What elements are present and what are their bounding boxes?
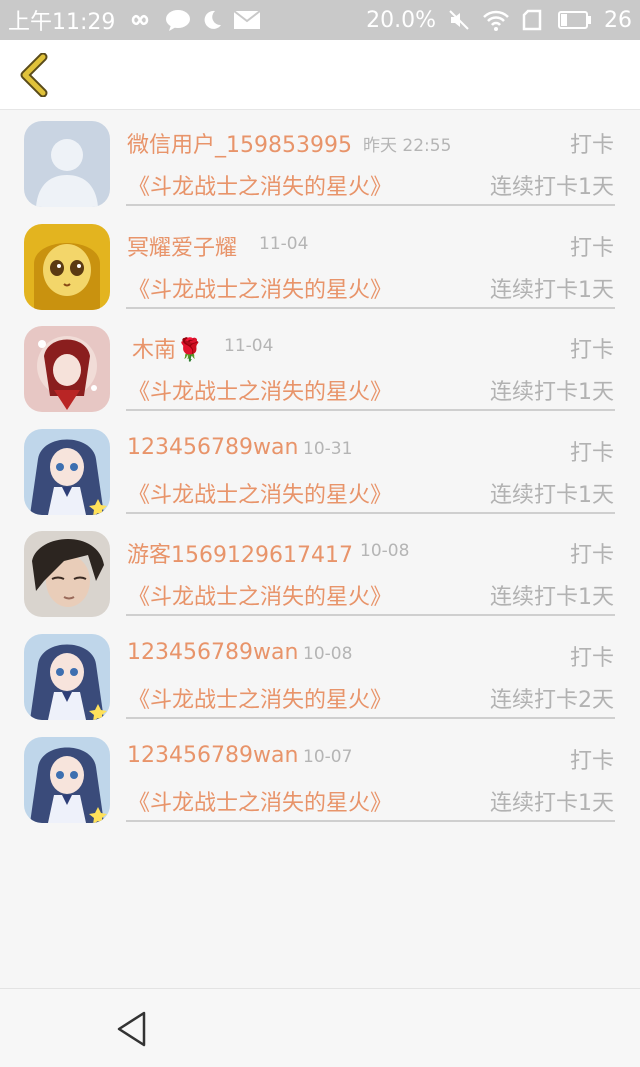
book-title[interactable]: 《斗龙战士之消失的星火》 bbox=[128, 477, 392, 509]
book-title[interactable]: 《斗龙战士之消失的星火》 bbox=[128, 374, 392, 406]
streak-label: 连续打卡2天 bbox=[490, 687, 614, 713]
nav-back-button[interactable] bbox=[112, 1007, 152, 1051]
user-name: 123456789wan bbox=[127, 639, 299, 665]
streak-label: 连续打卡1天 bbox=[490, 175, 614, 200]
streak-label: 连续打卡1天 bbox=[490, 380, 614, 406]
divider bbox=[126, 306, 615, 309]
battery-level: 26 bbox=[604, 7, 632, 33]
checkin-label: 打卡 bbox=[569, 645, 614, 671]
sim-icon bbox=[522, 9, 546, 31]
avatar[interactable] bbox=[24, 121, 110, 207]
checkin-label: 打卡 bbox=[569, 133, 614, 158]
moon-icon bbox=[201, 9, 223, 31]
checkin-label: 打卡 bbox=[569, 235, 614, 261]
user-name: 游客1569129617417 bbox=[127, 543, 353, 569]
back-button[interactable] bbox=[12, 52, 56, 98]
list-item[interactable]: 冥耀爱子耀 11-04 打卡 《斗龙战士之消失的星火》 连续打卡1天 bbox=[0, 221, 640, 324]
list-item[interactable]: 123456789wan 10-08 打卡 《斗龙战士之消失的星火》 连续打卡2… bbox=[0, 631, 640, 734]
user-name: 微信用户_159853995 bbox=[127, 133, 352, 158]
streak-label: 连续打卡1天 bbox=[490, 585, 614, 611]
book-title[interactable]: 《斗龙战士之消失的星火》 bbox=[128, 272, 392, 304]
book-title[interactable]: 《斗龙战士之消失的星火》 bbox=[128, 682, 392, 714]
streak-label: 连续打卡1天 bbox=[490, 482, 614, 508]
chat-icon bbox=[165, 9, 191, 31]
checkin-list: 微信用户_159853995 昨天 22:55 打卡 《斗龙战士之消失的星火》 … bbox=[0, 118, 640, 836]
user-name: 木南🌹 bbox=[132, 338, 204, 364]
divider bbox=[126, 819, 615, 822]
user-name: 冥耀爱子耀 bbox=[127, 235, 238, 261]
user-name: 123456789wan bbox=[127, 434, 299, 460]
divider bbox=[126, 409, 615, 412]
streak-label: 连续打卡1天 bbox=[490, 790, 614, 816]
battery-icon bbox=[558, 11, 592, 29]
checkin-date: 10-07 bbox=[303, 746, 353, 767]
list-item[interactable]: 微信用户_159853995 昨天 22:55 打卡 《斗龙战士之消失的星火》 … bbox=[0, 118, 640, 221]
wifi-icon bbox=[482, 9, 510, 31]
checkin-date: 11-04 bbox=[259, 233, 309, 254]
chevron-left-icon bbox=[20, 53, 48, 97]
user-name: 123456789wan bbox=[127, 742, 299, 768]
list-item[interactable]: 游客1569129617417 10-08 打卡 《斗龙战士之消失的星火》 连续… bbox=[0, 528, 640, 631]
mute-icon bbox=[448, 9, 470, 31]
list-item[interactable]: 123456789wan 10-31 打卡 《斗龙战士之消失的星火》 连续打卡1… bbox=[0, 426, 640, 529]
checkin-label: 打卡 bbox=[569, 338, 614, 364]
list-item[interactable]: 123456789wan 10-07 打卡 《斗龙战士之消失的星火》 连续打卡1… bbox=[0, 734, 640, 837]
checkin-label: 打卡 bbox=[569, 543, 614, 569]
triangle-back-icon bbox=[117, 1011, 146, 1047]
streak-label: 连续打卡1天 bbox=[490, 277, 614, 303]
divider bbox=[126, 511, 615, 514]
avatar[interactable] bbox=[24, 736, 110, 823]
divider bbox=[126, 614, 615, 617]
checkin-date: 10-08 bbox=[360, 541, 410, 562]
checkin-date: 11-04 bbox=[224, 336, 274, 357]
navigation-bar bbox=[0, 988, 640, 1067]
divider bbox=[126, 716, 615, 719]
header-bar bbox=[0, 40, 640, 110]
mail-icon bbox=[233, 10, 262, 30]
checkin-label: 打卡 bbox=[569, 748, 614, 774]
battery-percent: 20.0% bbox=[366, 7, 436, 33]
checkin-date: 昨天 22:55 bbox=[363, 136, 452, 156]
checkin-date: 10-08 bbox=[303, 643, 353, 664]
avatar[interactable] bbox=[24, 223, 110, 310]
status-bar: 上午11:29 20.0% 26 bbox=[0, 0, 640, 40]
divider bbox=[126, 204, 615, 206]
list-item[interactable]: 木南🌹 11-04 打卡 《斗龙战士之消失的星火》 连续打卡1天 bbox=[0, 323, 640, 426]
avatar[interactable] bbox=[24, 531, 110, 618]
checkin-label: 打卡 bbox=[569, 440, 614, 466]
avatar[interactable] bbox=[24, 326, 110, 413]
book-title[interactable]: 《斗龙战士之消失的星火》 bbox=[128, 785, 392, 817]
book-title[interactable]: 《斗龙战士之消失的星火》 bbox=[128, 579, 392, 611]
book-title[interactable]: 《斗龙战士之消失的星火》 bbox=[128, 169, 392, 201]
avatar[interactable] bbox=[24, 428, 110, 515]
checkin-date: 10-31 bbox=[303, 438, 353, 459]
status-time: 上午11:29 bbox=[8, 10, 116, 35]
avatar[interactable] bbox=[24, 633, 110, 720]
infinity-icon bbox=[125, 11, 155, 29]
